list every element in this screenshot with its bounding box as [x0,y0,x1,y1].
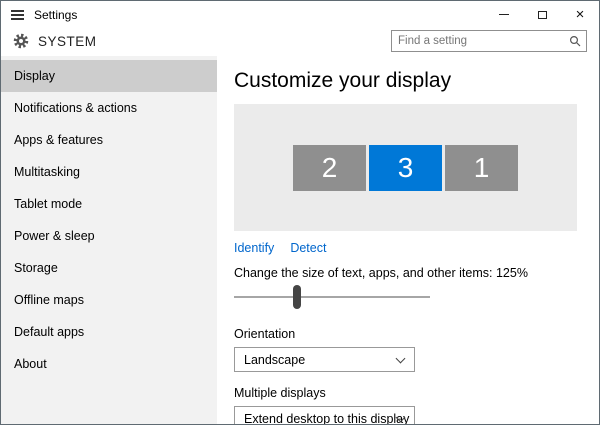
window-title: Settings [34,8,77,22]
body: Display Notifications & actions Apps & f… [1,56,599,424]
sidebar: Display Notifications & actions Apps & f… [1,56,217,424]
chevron-down-icon [396,354,406,364]
scale-slider[interactable] [234,285,430,309]
identify-link[interactable]: Identify [234,241,274,256]
header: SYSTEM [1,28,599,56]
search-icon[interactable] [564,35,586,47]
hamburger-menu-icon[interactable] [11,10,24,20]
close-icon: × [576,7,585,22]
sidebar-item-about[interactable]: About [1,348,217,380]
sidebar-item-tablet-mode[interactable]: Tablet mode [1,188,217,220]
monitor-1[interactable]: 1 [445,145,518,191]
page-title: SYSTEM [38,34,97,49]
slider-thumb[interactable] [293,285,301,309]
orientation-label: Orientation [234,327,577,342]
sidebar-item-default-apps[interactable]: Default apps [1,316,217,348]
slider-track[interactable] [234,296,430,298]
monitor-2[interactable]: 2 [293,145,366,191]
multiple-displays-value: Extend desktop to this display [244,412,409,424]
monitor-3[interactable]: 3 [369,145,442,191]
titlebar: Settings × [1,1,599,28]
multiple-displays-label: Multiple displays [234,386,577,401]
section-heading: Customize your display [234,69,577,93]
sidebar-item-display[interactable]: Display [1,60,217,92]
search-input[interactable] [392,35,564,47]
preview-actions: Identify Detect [234,241,577,256]
sidebar-item-storage[interactable]: Storage [1,252,217,284]
display-arrangement-preview: 2 3 1 [234,104,577,231]
maximize-button[interactable] [523,1,561,28]
sidebar-item-multitasking[interactable]: Multitasking [1,156,217,188]
detect-link[interactable]: Detect [290,241,326,256]
maximize-icon [538,11,547,19]
settings-window: Settings × SYSTEM [0,0,600,425]
main-content: Customize your display 2 3 1 Identify De… [217,56,599,424]
gear-icon [13,33,29,49]
sidebar-item-notifications-actions[interactable]: Notifications & actions [1,92,217,124]
close-button[interactable]: × [561,1,599,28]
minimize-icon [499,14,509,15]
multiple-displays-dropdown[interactable]: Extend desktop to this display [234,406,415,424]
orientation-value: Landscape [244,353,305,367]
sidebar-item-offline-maps[interactable]: Offline maps [1,284,217,316]
minimize-button[interactable] [485,1,523,28]
sidebar-item-apps-features[interactable]: Apps & features [1,124,217,156]
sidebar-item-power-sleep[interactable]: Power & sleep [1,220,217,252]
window-controls: × [485,1,599,28]
search-box [391,30,587,52]
orientation-dropdown[interactable]: Landscape [234,347,415,372]
scale-label: Change the size of text, apps, and other… [234,266,577,281]
